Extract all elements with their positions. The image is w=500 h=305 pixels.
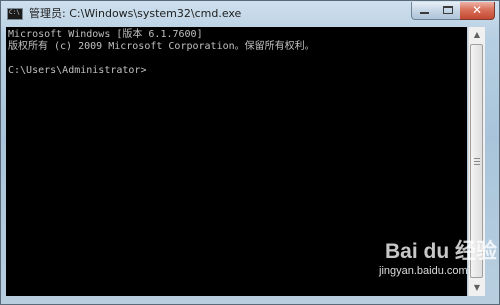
- console-output: Microsoft Windows [版本 6.1.7600] 版权所有 (c)…: [8, 29, 315, 77]
- scroll-up-icon[interactable]: ▲: [469, 27, 485, 43]
- console-line: 版权所有 (c) 2009 Microsoft Corporation。保留所有…: [8, 41, 315, 52]
- close-button[interactable]: ✕: [460, 2, 495, 20]
- console-line: Microsoft Windows [版本 6.1.7600]: [8, 29, 203, 40]
- vertical-scrollbar[interactable]: ▲ ▼: [468, 27, 485, 296]
- grip-line: [474, 164, 480, 165]
- cmd-window: C:\ 管理员: C:\Windows\system32\cmd.exe ✕ M…: [0, 0, 500, 305]
- console-area[interactable]: Microsoft Windows [版本 6.1.7600] 版权所有 (c)…: [6, 27, 467, 296]
- maximize-button[interactable]: [436, 2, 461, 20]
- scroll-thumb[interactable]: [470, 44, 483, 278]
- cmd-icon[interactable]: C:\: [7, 8, 23, 20]
- maximize-icon: [443, 6, 453, 14]
- cmd-icon-text: C:\: [9, 9, 20, 16]
- grip-line: [474, 158, 480, 159]
- minimize-icon: [420, 12, 429, 14]
- close-icon: ✕: [471, 3, 483, 17]
- scroll-down-icon[interactable]: ▼: [469, 280, 485, 296]
- grip-line: [474, 161, 480, 162]
- minimize-button[interactable]: [411, 2, 437, 20]
- console-prompt: C:\Users\Administrator>: [8, 65, 147, 76]
- title-bar[interactable]: C:\ 管理员: C:\Windows\system32\cmd.exe ✕: [1, 1, 499, 27]
- window-title: 管理员: C:\Windows\system32\cmd.exe: [29, 7, 242, 20]
